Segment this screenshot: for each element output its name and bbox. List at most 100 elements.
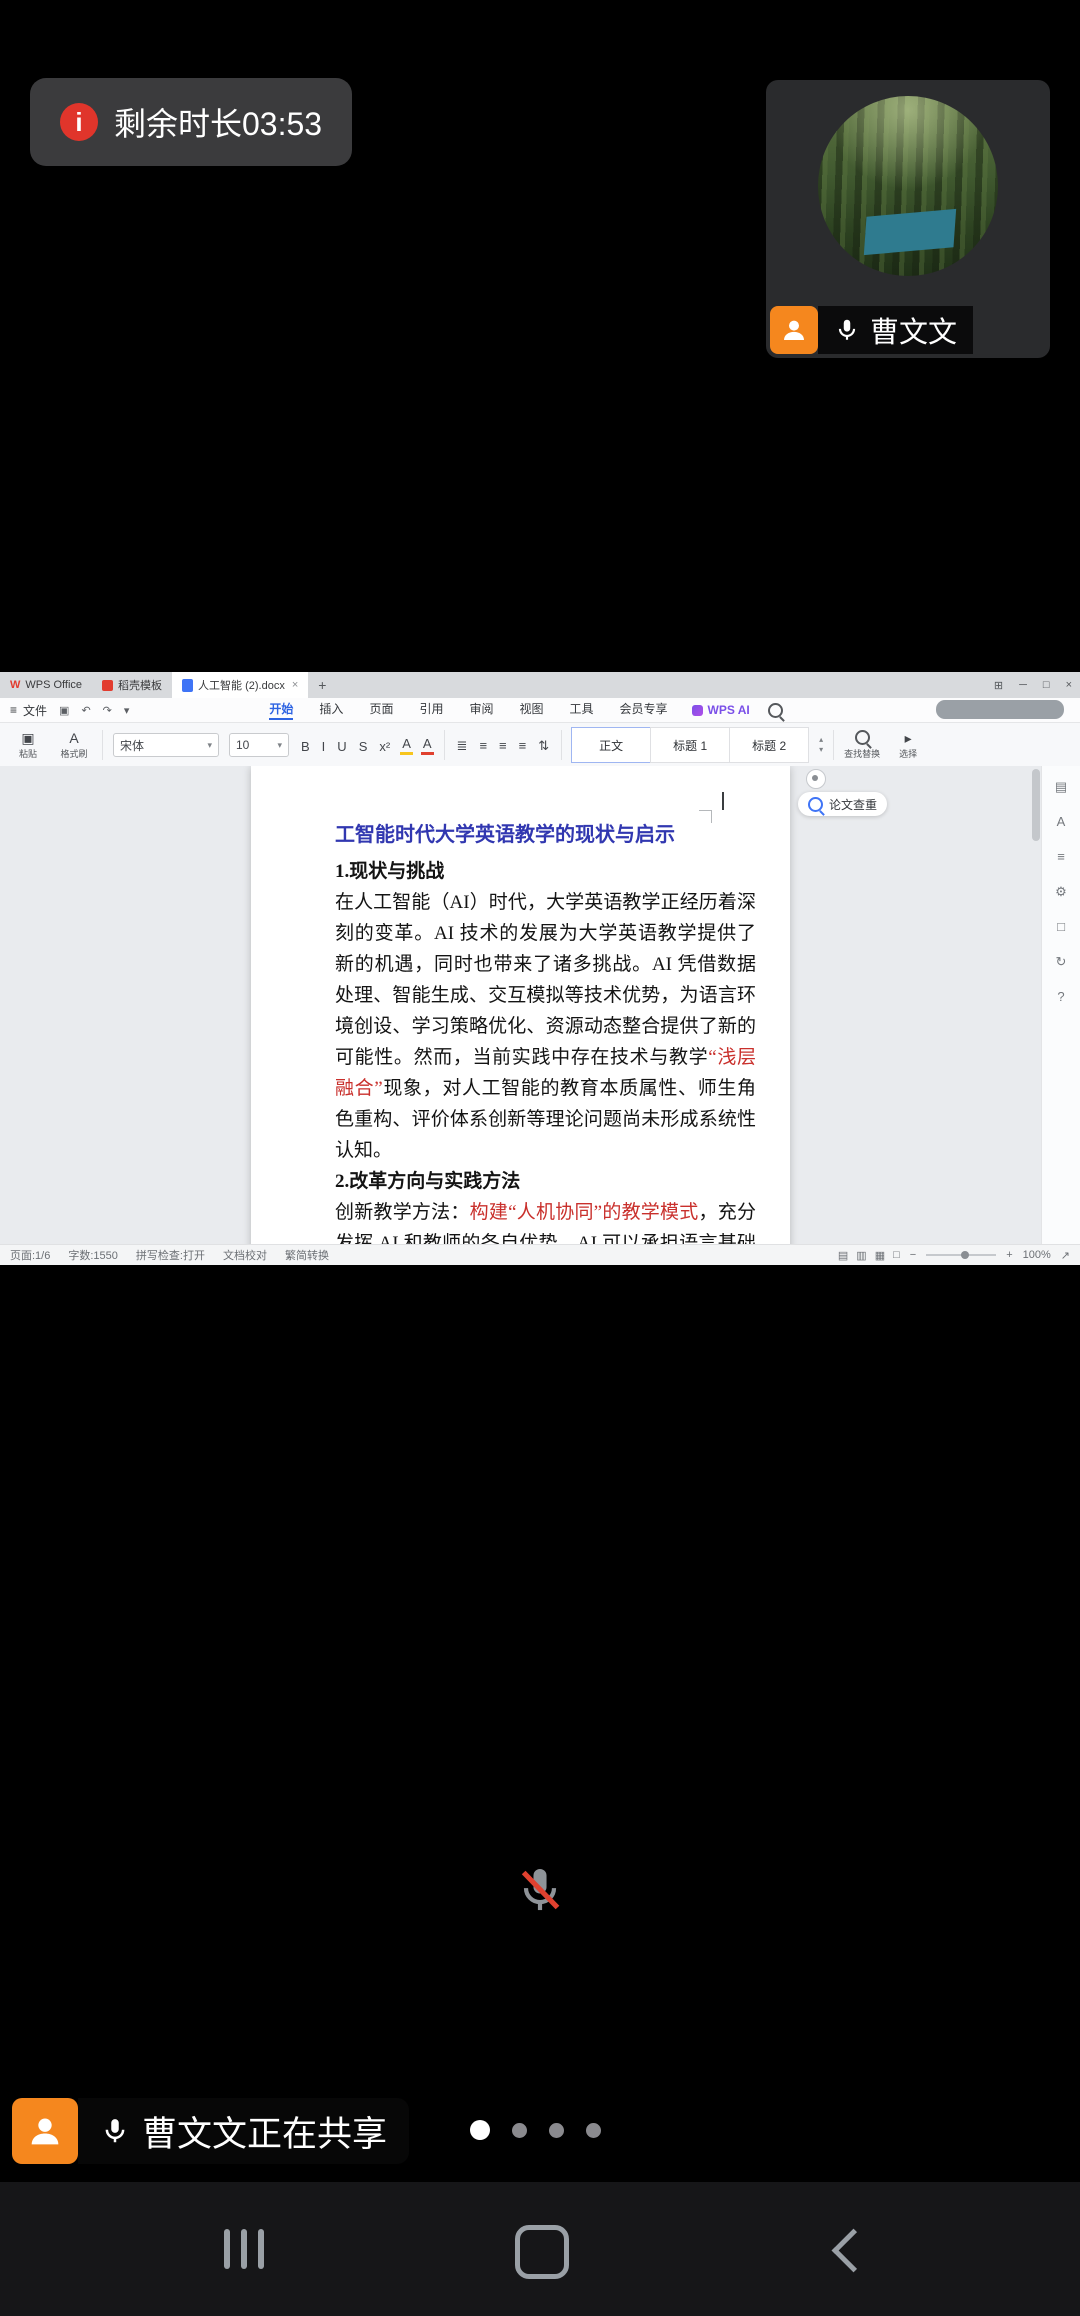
- ribbon-tab-3[interactable]: 引用: [419, 700, 443, 720]
- window-control-icon-3[interactable]: ×: [1066, 679, 1072, 691]
- format-button-4[interactable]: x²: [377, 738, 392, 755]
- divider: [102, 730, 103, 760]
- zoom-slider[interactable]: [926, 1254, 996, 1256]
- tab-wps-home[interactable]: W WPS Office: [0, 672, 92, 698]
- sidebar-icon-4[interactable]: □: [1057, 920, 1065, 933]
- view-mode-buttons[interactable]: ▤ ▥ ▦ □: [838, 1249, 900, 1262]
- paragraph-button-2[interactable]: ≡: [497, 737, 509, 754]
- font-name-select[interactable]: 宋体 ▾: [113, 733, 219, 757]
- view-mode-icon-3[interactable]: □: [893, 1249, 900, 1262]
- format-painter-button[interactable]: A 格式刷: [56, 731, 92, 760]
- ribbon-tab-1[interactable]: 插入: [319, 700, 343, 720]
- format-button-1[interactable]: I: [320, 738, 328, 755]
- tab-document[interactable]: 人工智能 (2).docx ×: [172, 672, 308, 698]
- sidebar-icon-6[interactable]: ?: [1057, 990, 1064, 1003]
- close-tab-icon[interactable]: ×: [292, 679, 298, 691]
- quick-access-toolbar[interactable]: ▣ ↶ ↷ ▾: [59, 704, 129, 717]
- quick-icon-1[interactable]: ↶: [81, 704, 90, 717]
- window-control-icon-2[interactable]: □: [1043, 679, 1050, 691]
- muted-mic-icon[interactable]: [512, 1862, 568, 1918]
- ribbon-tab-2[interactable]: 页面: [369, 700, 393, 720]
- paragraph-button-4[interactable]: ⇅: [536, 737, 551, 754]
- document-page[interactable]: 工智能时代大学英语教学的现状与启示 1.现状与挑战 在人工智能（AI）时代，大学…: [251, 766, 790, 1245]
- style-box-1[interactable]: 标题 1: [650, 727, 730, 763]
- find-replace-label: 查找替换: [844, 747, 880, 760]
- select-button[interactable]: ▸ 选择: [890, 731, 926, 760]
- style-box-0[interactable]: 正文: [571, 727, 651, 763]
- quick-icon-0[interactable]: ▣: [59, 704, 69, 717]
- paper-check-icon: [808, 797, 823, 812]
- vertical-scrollbar[interactable]: [1032, 769, 1040, 841]
- recents-button[interactable]: [224, 2229, 264, 2269]
- doc-paragraph-1[interactable]: 在人工智能（AI）时代，大学英语教学正经历着深刻的变革。AI 技术的发展为大学英…: [335, 887, 756, 1166]
- paragraph-button-3[interactable]: ≡: [517, 737, 529, 754]
- paragraph-button-1[interactable]: ≡: [477, 737, 489, 754]
- quick-icon-3[interactable]: ▾: [124, 704, 130, 717]
- blurred-account-area[interactable]: [936, 700, 1064, 719]
- gallery-up-icon[interactable]: ▴: [819, 736, 823, 744]
- status-item-4: 繁简转换: [285, 1247, 329, 1263]
- sidebar-icon-0[interactable]: ▤: [1055, 780, 1067, 793]
- doc-paragraph-2[interactable]: 创新教学方法：构建“人机协同”的教学模式，充分发挥 AI 和教师的各自优势。AI…: [335, 1197, 756, 1245]
- back-button[interactable]: [832, 2229, 876, 2273]
- paste-button[interactable]: ▣ 粘贴: [10, 731, 46, 760]
- paragraph-buttons[interactable]: ≣ ≡ ≡ ≡ ⇅: [455, 737, 552, 754]
- doc-title[interactable]: 工智能时代大学英语教学的现状与启示: [335, 820, 756, 850]
- new-tab-button[interactable]: +: [308, 672, 336, 698]
- view-mode-icon-1[interactable]: ▥: [856, 1249, 866, 1262]
- window-control-icon-0[interactable]: ⊞: [994, 679, 1003, 692]
- quick-icon-2[interactable]: ↷: [103, 704, 112, 717]
- file-menu[interactable]: ≡ 文件: [10, 702, 47, 719]
- sidebar-icon-5[interactable]: ↻: [1056, 955, 1067, 968]
- ribbon-tab-7[interactable]: 会员专享: [620, 700, 668, 720]
- sidebar-icon-2[interactable]: ≡: [1057, 850, 1065, 863]
- ribbon-tab-4[interactable]: 审阅: [469, 700, 493, 720]
- font-format-buttons[interactable]: BIUSx² AA: [299, 735, 434, 755]
- style-gallery[interactable]: 正文标题 1标题 2: [572, 727, 809, 763]
- participant-name-bar: 曹文文: [770, 306, 973, 354]
- ribbon-tab-6[interactable]: 工具: [570, 700, 594, 720]
- doc-heading-2[interactable]: 2.改革方向与实践方法: [335, 1166, 756, 1197]
- search-icon[interactable]: [768, 703, 783, 718]
- divider: [833, 730, 834, 760]
- sharing-banner[interactable]: 曹文文正在共享: [12, 2098, 409, 2164]
- zoom-slider-knob[interactable]: [961, 1251, 969, 1259]
- zoom-level[interactable]: 100%: [1023, 1249, 1051, 1261]
- gallery-down-icon[interactable]: ▾: [819, 746, 823, 754]
- status-item-3: 文档校对: [223, 1247, 267, 1263]
- view-mode-icon-2[interactable]: ▦: [875, 1249, 885, 1262]
- remaining-time-text: 剩余时长03:53: [114, 99, 322, 145]
- doc-heading-1[interactable]: 1.现状与挑战: [335, 856, 756, 887]
- ribbon-tab-5[interactable]: 视图: [519, 700, 543, 720]
- zoom-out-icon[interactable]: −: [910, 1249, 916, 1261]
- style-gallery-arrows[interactable]: ▴ ▾: [819, 736, 823, 754]
- participant-tile[interactable]: 曹文文: [766, 80, 1050, 358]
- view-mode-icon-0[interactable]: ▤: [838, 1249, 848, 1262]
- tab-docer[interactable]: 稻壳模板: [92, 672, 172, 698]
- wps-ai-button[interactable]: WPS AI: [692, 703, 750, 717]
- ribbon-tabs[interactable]: 开始 插入 页面 引用 审阅 视图 工具 会员专享: [269, 700, 667, 720]
- document-area[interactable]: 工智能时代大学英语教学的现状与启示 1.现状与挑战 在人工智能（AI）时代，大学…: [0, 766, 1042, 1245]
- window-control-icon-1[interactable]: ─: [1019, 679, 1027, 691]
- zoom-in-icon[interactable]: +: [1006, 1249, 1012, 1261]
- sidebar-icon-3[interactable]: ⚙: [1055, 885, 1067, 898]
- document-file-icon: [182, 679, 193, 692]
- sidebar-icons[interactable]: ▤ A ≡ ⚙ □ ↻?: [1042, 766, 1080, 1003]
- format-button-3[interactable]: S: [357, 738, 370, 755]
- format-button-6[interactable]: A: [421, 735, 434, 755]
- paragraph-button-0[interactable]: ≣: [455, 737, 470, 754]
- style-box-2[interactable]: 标题 2: [729, 727, 809, 763]
- window-controls[interactable]: ⊞ ─ □ ×: [994, 672, 1072, 698]
- find-replace-button[interactable]: 查找替换: [844, 730, 880, 760]
- quick-tool-icon[interactable]: [806, 769, 826, 789]
- format-button-0[interactable]: B: [299, 738, 312, 755]
- ribbon-tab-0[interactable]: 开始: [269, 700, 293, 720]
- font-size-value: 10: [236, 738, 249, 752]
- home-button[interactable]: [515, 2225, 569, 2279]
- sidebar-icon-1[interactable]: A: [1057, 815, 1066, 828]
- format-button-5[interactable]: A: [400, 735, 413, 755]
- format-button-2[interactable]: U: [335, 738, 348, 755]
- font-size-select[interactable]: 10 ▾: [229, 733, 289, 757]
- fullscreen-icon[interactable]: ↗: [1061, 1249, 1070, 1262]
- paper-check-button[interactable]: 论文查重: [798, 792, 887, 816]
